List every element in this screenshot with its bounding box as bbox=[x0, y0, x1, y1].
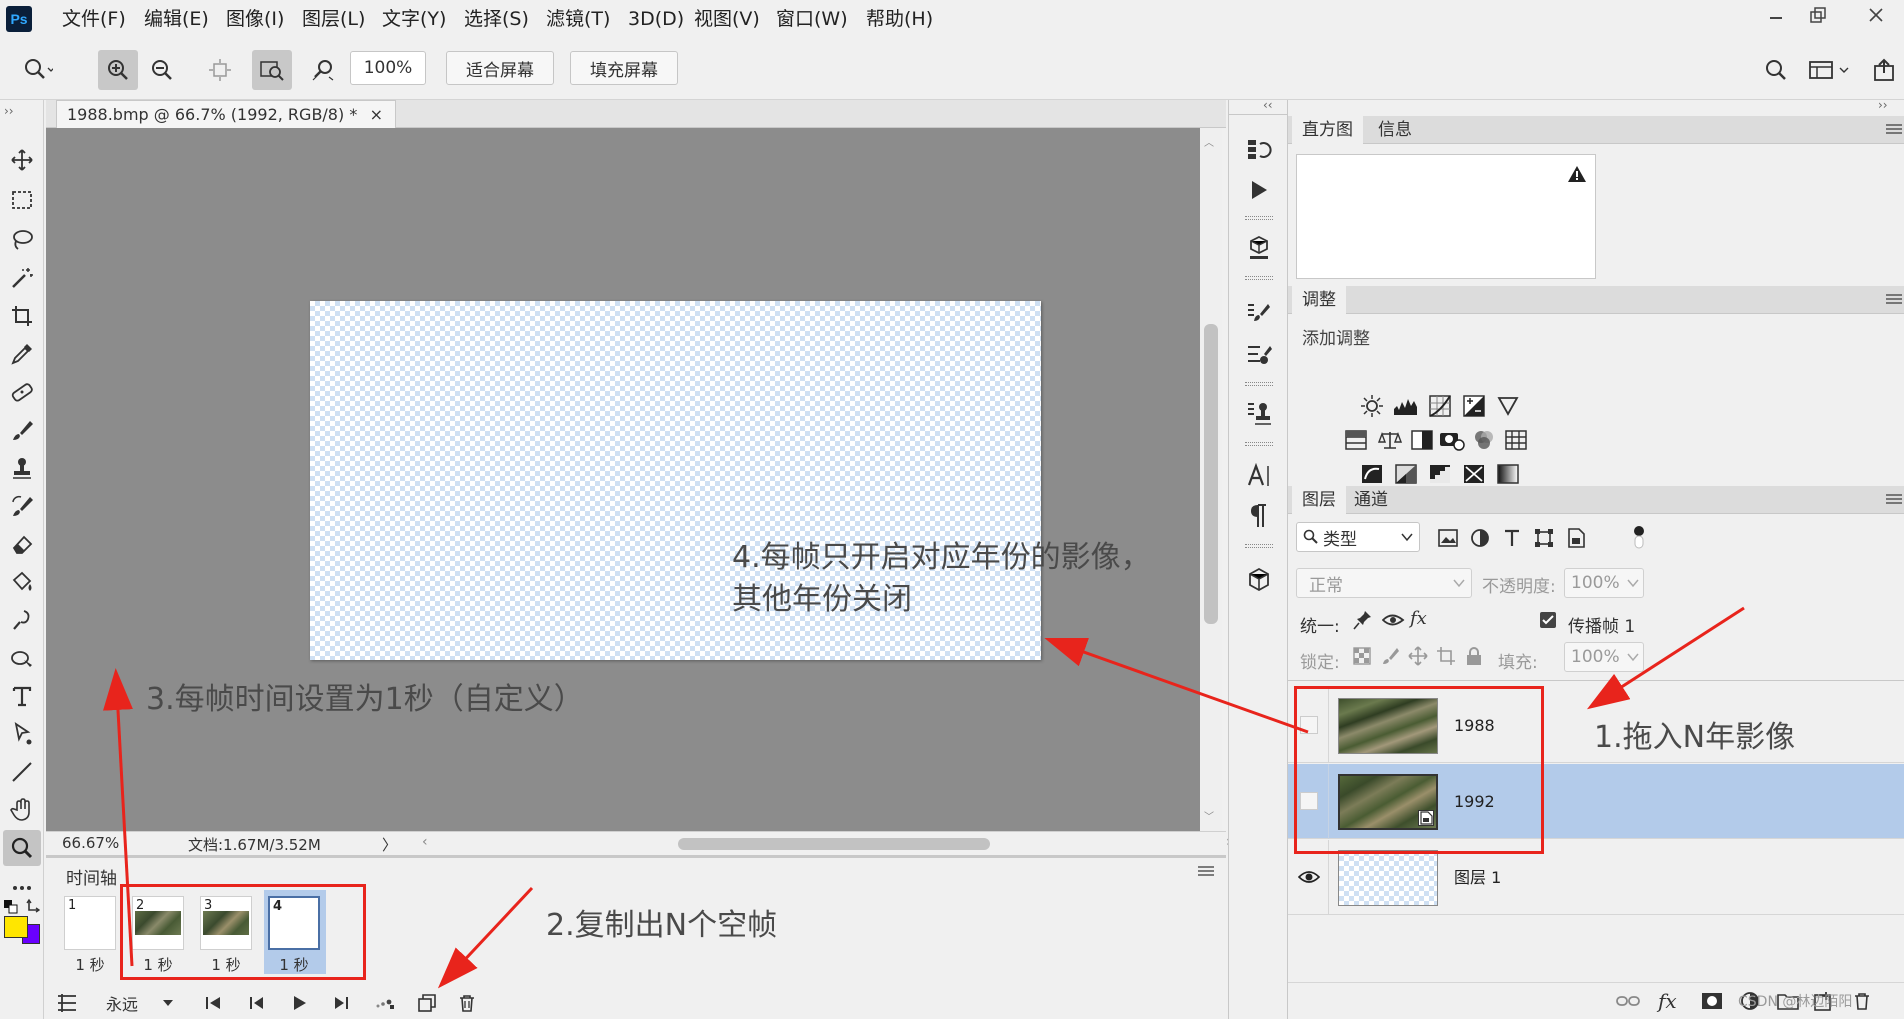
arrow-to-canvas bbox=[1044, 637, 1309, 734]
arrow-to-layers bbox=[1586, 606, 1745, 710]
annotation-arrows bbox=[102, 606, 1745, 989]
arrow-to-frame-delay bbox=[102, 668, 134, 967]
arrow-to-duplicate bbox=[437, 886, 534, 989]
